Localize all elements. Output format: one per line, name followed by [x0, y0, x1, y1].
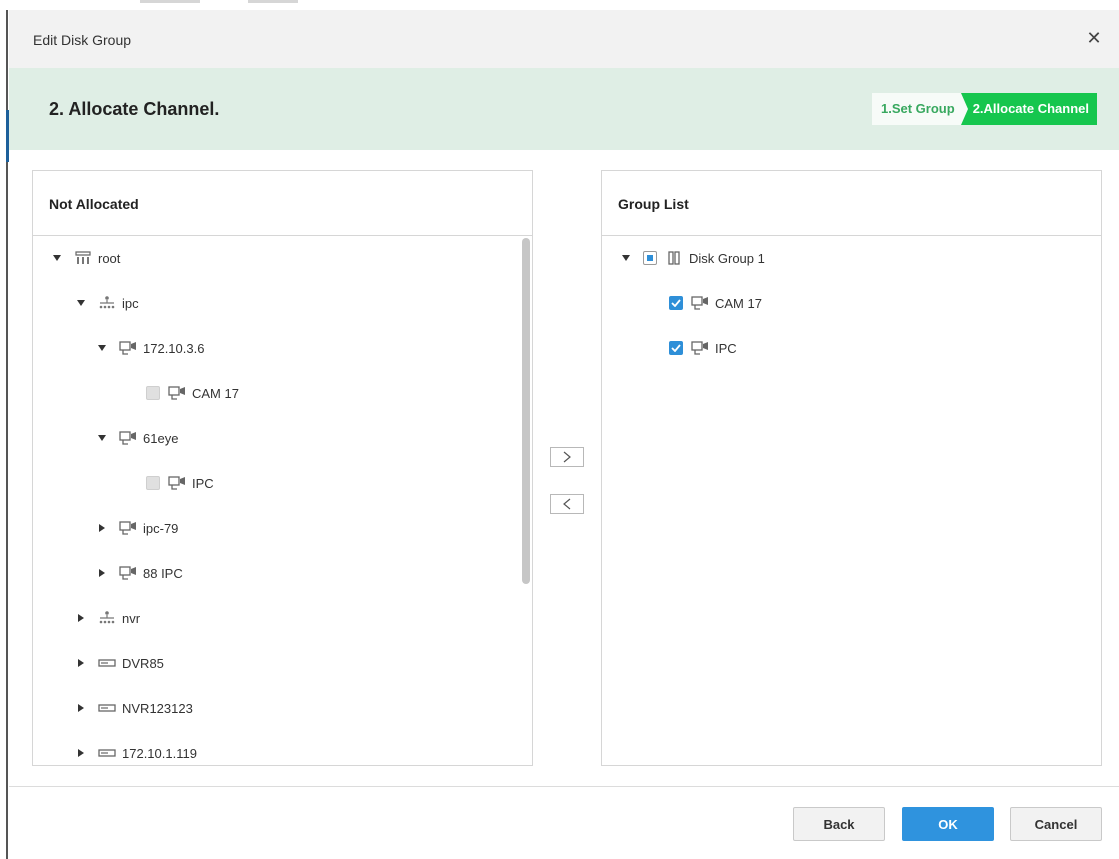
background-fragment	[140, 0, 200, 3]
expand-arrow-icon[interactable]	[76, 658, 86, 668]
ok-button[interactable]: OK	[902, 807, 994, 841]
tree-node-label: Disk Group 1	[689, 250, 765, 266]
tree-node-88-ipc[interactable]: 88 IPC	[97, 561, 183, 585]
tree-scrollbar[interactable]	[522, 238, 530, 584]
camera-icon	[168, 385, 186, 401]
network-group-icon	[98, 295, 116, 311]
dialog-titlebar: Edit Disk Group ✕	[9, 10, 1119, 68]
expand-arrow-icon[interactable]	[97, 568, 107, 578]
checkbox-checked[interactable]	[669, 341, 683, 355]
tree-node-172-10-3-6[interactable]: 172.10.3.6	[97, 336, 204, 360]
recorder-icon	[98, 745, 116, 761]
tree-node-label: 172.10.1.119	[122, 745, 197, 761]
tree-node-label: IPC	[192, 475, 214, 491]
edit-disk-group-dialog: Edit Disk Group ✕ 2. Allocate Channel. 1…	[9, 10, 1119, 859]
collapse-arrow-icon[interactable]	[97, 433, 107, 443]
group-list-header: Group List	[602, 171, 1101, 236]
camera-icon	[119, 520, 137, 536]
check-icon	[671, 299, 681, 307]
expand-arrow-icon[interactable]	[76, 748, 86, 758]
expand-arrow-icon[interactable]	[76, 703, 86, 713]
tree-node-ipc[interactable]: ipc	[76, 291, 139, 315]
group-list-tree: Disk Group 1 CAM 17 IPC	[602, 236, 1101, 765]
tree-node-dvr85[interactable]: DVR85	[76, 651, 164, 675]
move-right-button[interactable]	[550, 447, 584, 467]
camera-icon	[691, 340, 709, 356]
checkbox-unchecked[interactable]	[146, 386, 160, 400]
step-indicator: 1.Set Group 2.Allocate Channel	[872, 93, 1097, 125]
checkbox-checked[interactable]	[669, 296, 683, 310]
group-list-panel: Group List Disk Group 1 CAM 17 IPC	[601, 170, 1102, 766]
root-server-icon	[74, 250, 92, 266]
tree-node-label: CAM 17	[715, 295, 762, 311]
background-fragment	[248, 0, 298, 3]
tree-node-ipc-79[interactable]: ipc-79	[97, 516, 178, 540]
move-left-button[interactable]	[550, 494, 584, 514]
tree-node-nvr123123[interactable]: NVR123123	[76, 696, 193, 720]
recorder-icon	[98, 655, 116, 671]
tree-node-label: NVR123123	[122, 700, 193, 716]
step-set-group: 1.Set Group	[872, 93, 961, 125]
recorder-icon	[98, 700, 116, 716]
tree-node-61eye[interactable]: 61eye	[97, 426, 178, 450]
dialog-title: Edit Disk Group	[33, 32, 132, 48]
collapse-arrow-icon[interactable]	[52, 253, 62, 263]
close-icon[interactable]: ✕	[1083, 27, 1105, 49]
tree-node-label: ipc	[122, 295, 139, 311]
footer-divider	[9, 786, 1119, 787]
step-heading: 2. Allocate Channel.	[49, 99, 220, 119]
camera-icon	[119, 565, 137, 581]
tree-node-nvr[interactable]: nvr	[76, 606, 140, 630]
check-icon	[671, 344, 681, 352]
tree-node-label: DVR85	[122, 655, 164, 671]
tree-node-label: 61eye	[143, 430, 179, 446]
collapse-arrow-icon[interactable]	[97, 343, 107, 353]
tree-node-label: IPC	[715, 340, 737, 356]
expand-arrow-icon[interactable]	[76, 613, 86, 623]
tree-node-disk-group-1[interactable]: Disk Group 1	[621, 246, 765, 270]
tree-node-root[interactable]: root	[52, 246, 120, 270]
tree-node-label: 88 IPC	[143, 565, 183, 581]
tree-node-cam-17-allocated[interactable]: CAM 17	[669, 291, 762, 315]
chevron-right-icon	[563, 451, 571, 463]
tree-node-label: ipc-79	[143, 520, 179, 536]
tree-node-label: root	[98, 250, 121, 266]
tree-node-label: 172.10.3.6	[143, 340, 205, 356]
tree-node-172-10-1-119[interactable]: 172.10.1.119	[76, 741, 197, 765]
camera-icon	[168, 475, 186, 491]
camera-icon	[119, 340, 137, 356]
step-allocate-channel: 2.Allocate Channel	[960, 93, 1097, 125]
cancel-button[interactable]: Cancel	[1010, 807, 1102, 841]
background-strip	[0, 0, 1119, 10]
chevron-left-icon	[563, 498, 571, 510]
tree-node-label: nvr	[122, 610, 141, 626]
step-bar: 2. Allocate Channel. 1.Set Group 2.Alloc…	[9, 68, 1119, 150]
camera-icon	[119, 430, 137, 446]
checkbox-partial[interactable]	[643, 251, 657, 265]
camera-icon	[691, 295, 709, 311]
back-button[interactable]: Back	[793, 807, 885, 841]
not-allocated-header: Not Allocated	[33, 171, 532, 236]
tree-node-label: CAM 17	[192, 385, 239, 401]
not-allocated-panel: Not Allocated root ipc 172.10.3.6 CAM 17…	[32, 170, 533, 766]
tree-node-ipc-allocated[interactable]: IPC	[669, 336, 737, 360]
disk-group-icon	[665, 250, 683, 266]
expand-arrow-icon[interactable]	[97, 523, 107, 533]
collapse-arrow-icon[interactable]	[76, 298, 86, 308]
tree-node-ipc-camera[interactable]: IPC	[146, 471, 214, 495]
network-group-icon	[98, 610, 116, 626]
collapse-arrow-icon[interactable]	[621, 253, 631, 263]
tree-node-cam-17[interactable]: CAM 17	[146, 381, 239, 405]
checkbox-unchecked[interactable]	[146, 476, 160, 490]
not-allocated-tree: root ipc 172.10.3.6 CAM 17 61eye IPC ipc…	[33, 236, 532, 765]
